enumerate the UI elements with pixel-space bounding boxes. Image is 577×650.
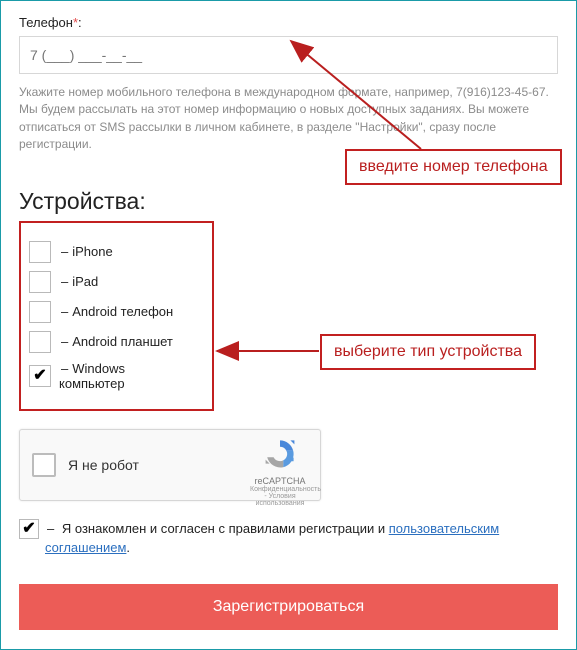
checkbox-android-tablet[interactable] [29, 331, 51, 353]
phone-label: Телефон*: [19, 15, 558, 30]
agreement-row: – Я ознакомлен и согласен с правилами ре… [19, 519, 558, 558]
recaptcha-icon [264, 438, 296, 470]
phone-input[interactable] [19, 36, 558, 74]
checkbox-iphone[interactable] [29, 241, 51, 263]
recaptcha-terms: Конфиденциальность - Условия использован… [250, 486, 310, 507]
device-label: –Windows компьютер [59, 361, 176, 391]
checkbox-windows[interactable] [29, 365, 51, 387]
devices-box: –iPhone –iPad –Android телефон –Android … [19, 221, 214, 411]
checkbox-agreement[interactable] [19, 519, 39, 539]
phone-help-text: Укажите номер мобильного телефона в межд… [19, 84, 558, 154]
callout-device: выберите тип устройства [320, 334, 536, 370]
device-row-android-phone: –Android телефон [29, 301, 176, 323]
device-row-android-tablet: –Android планшет [29, 331, 176, 353]
register-button[interactable]: Зарегистрироваться [19, 584, 558, 630]
phone-colon: : [78, 15, 82, 30]
device-label: –Android планшет [59, 334, 173, 349]
device-label: –iPad [59, 274, 98, 289]
devices-title: Устройства: [19, 188, 558, 215]
checkbox-ipad[interactable] [29, 271, 51, 293]
checkbox-android-phone[interactable] [29, 301, 51, 323]
recaptcha-checkbox[interactable] [32, 453, 56, 477]
recaptcha-brand: reCAPTCHA [250, 476, 310, 486]
device-label: –iPhone [59, 244, 113, 259]
device-label: –Android телефон [59, 304, 173, 319]
device-row-windows: –Windows компьютер [29, 361, 176, 391]
recaptcha-label: Я не робот [68, 457, 139, 473]
phone-label-text: Телефон [19, 15, 73, 30]
callout-phone: введите номер телефона [345, 149, 562, 185]
recaptcha-widget: Я не робот reCAPTCHA Конфиденциальность … [19, 429, 321, 501]
recaptcha-logo: reCAPTCHA Конфиденциальность - Условия и… [250, 438, 310, 507]
device-row-iphone: –iPhone [29, 241, 176, 263]
agreement-text: – Я ознакомлен и согласен с правилами ре… [45, 519, 558, 558]
device-row-ipad: –iPad [29, 271, 176, 293]
